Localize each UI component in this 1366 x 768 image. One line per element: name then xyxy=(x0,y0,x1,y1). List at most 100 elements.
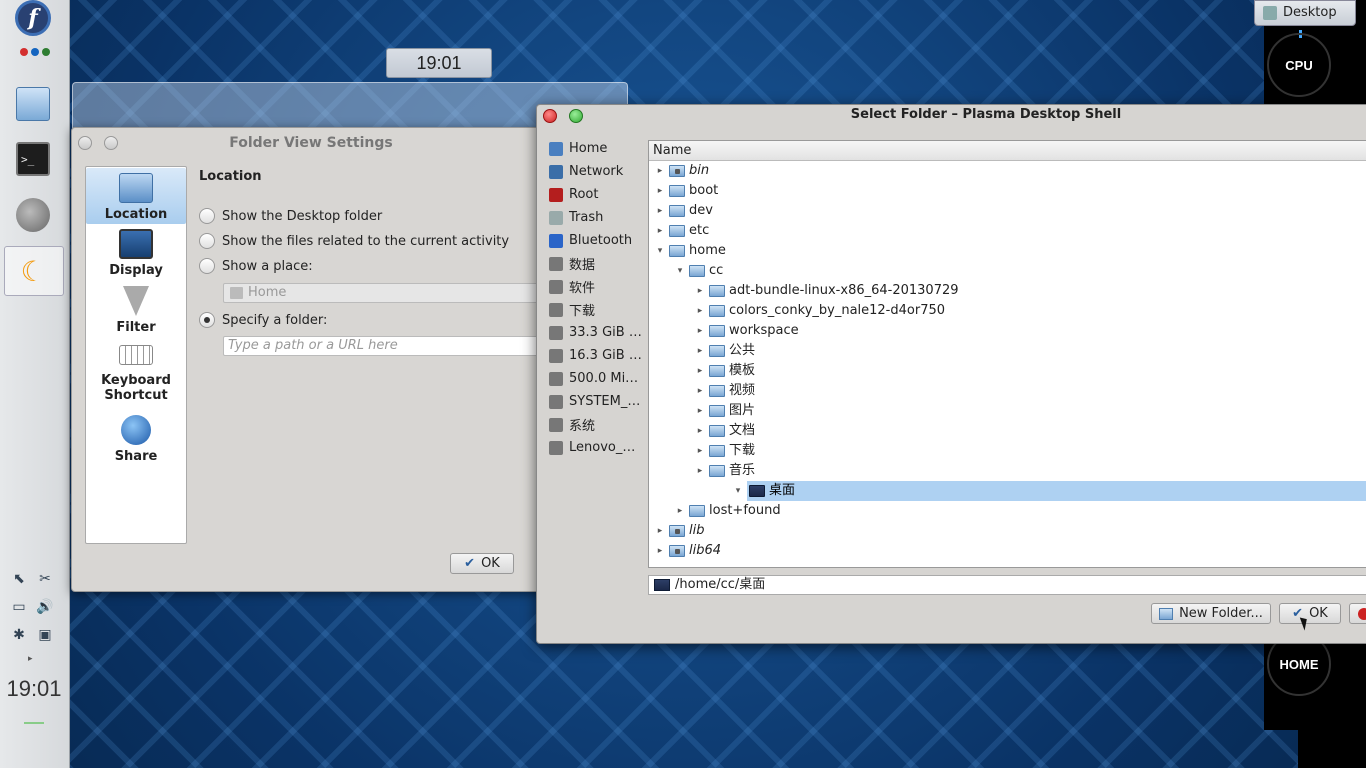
expand-arrow-icon[interactable]: ▸ xyxy=(655,161,665,181)
expand-arrow-icon[interactable]: ▸ xyxy=(695,301,705,321)
place-item[interactable]: Home xyxy=(549,137,649,160)
radio-button[interactable] xyxy=(199,312,215,328)
place-item[interactable]: 16.3 GiB … xyxy=(549,344,649,367)
top-clock-widget[interactable]: 19:01 xyxy=(386,48,492,78)
desktop-activity-tab[interactable]: Desktop xyxy=(1254,0,1356,26)
place-item[interactable]: 系统 xyxy=(549,413,649,436)
place-item[interactable]: 33.3 GiB … xyxy=(549,321,649,344)
firefox-icon[interactable] xyxy=(16,198,50,232)
cancel-button[interactable] xyxy=(1349,603,1366,624)
tree-row[interactable]: ▸ adt-bundle-linux-x86_64-20130729 xyxy=(649,281,1366,301)
radio-show-activity-files[interactable]: Show the files related to the current ac… xyxy=(199,233,509,249)
folder-path-input[interactable]: Type a path or a URL here xyxy=(223,336,553,356)
expand-arrow-icon[interactable]: ▸ xyxy=(655,541,665,561)
sidebar-item-display[interactable]: Display xyxy=(86,229,186,281)
expand-arrow-icon[interactable]: ▸ xyxy=(695,341,705,361)
panel-clock[interactable]: 19:01 xyxy=(0,676,68,702)
radio-specify-folder[interactable]: Specify a folder: xyxy=(199,312,327,328)
bluetooth-icon[interactable]: ✱ xyxy=(8,626,30,644)
collapse-arrow-icon[interactable]: ▾ xyxy=(655,241,665,261)
tree-row[interactable]: ▾ home xyxy=(649,241,1366,261)
pointer-icon[interactable]: ⬉ xyxy=(8,570,30,588)
sidebar-item-filter[interactable]: Filter xyxy=(86,286,186,338)
place-item[interactable]: Bluetooth xyxy=(549,229,649,252)
expand-arrow-icon[interactable]: ▸ xyxy=(695,461,705,481)
sidebar-item-keyboard-shortcut[interactable]: Keyboard Shortcut xyxy=(86,345,186,411)
selected-path-field[interactable]: /home/cc/桌面 xyxy=(648,575,1366,595)
expand-arrow-icon[interactable]: ▸ xyxy=(695,401,705,421)
expand-arrow-icon[interactable]: ▸ xyxy=(695,361,705,381)
sidebar-item-location[interactable]: Location xyxy=(86,168,186,224)
tree-row[interactable]: ▸ 视频 xyxy=(649,381,1366,401)
tree-row[interactable]: ▸ dev xyxy=(649,201,1366,221)
radio-button[interactable] xyxy=(199,258,215,274)
fvs-ok-button[interactable]: ✔ OK xyxy=(450,553,514,574)
tray-expand-icon[interactable]: ▸ xyxy=(28,654,33,664)
tree-row[interactable]: ▸ 模板 xyxy=(649,361,1366,381)
tree-row[interactable]: ▸ bin xyxy=(649,161,1366,181)
tree-row[interactable]: ▸ 音乐 xyxy=(649,461,1366,481)
folder-icon xyxy=(669,225,685,237)
activities-icon[interactable] xyxy=(18,46,52,58)
expand-arrow-icon[interactable]: ▸ xyxy=(695,421,705,441)
place-item[interactable]: Trash xyxy=(549,206,649,229)
folder-icon xyxy=(709,385,725,397)
radio-button[interactable] xyxy=(199,208,215,224)
fedora-launcher-icon[interactable]: f xyxy=(15,0,51,36)
expand-arrow-icon[interactable]: ▸ xyxy=(695,381,705,401)
terminal-icon[interactable]: >_ xyxy=(16,142,50,176)
tree-row[interactable]: ▾ 桌面 xyxy=(736,481,1366,501)
network-icon[interactable]: ▣ xyxy=(34,626,56,644)
expand-arrow-icon[interactable]: ▸ xyxy=(655,221,665,241)
tree-row[interactable]: ▸ 下载 xyxy=(649,441,1366,461)
tree-row[interactable]: ▸ workspace xyxy=(649,321,1366,341)
place-item[interactable]: 下载 xyxy=(549,298,649,321)
tree-row[interactable]: ▸ 文档 xyxy=(649,421,1366,441)
radio-button[interactable] xyxy=(199,233,215,249)
tree-row[interactable]: ▸ 图片 xyxy=(649,401,1366,421)
close-button[interactable] xyxy=(543,109,557,123)
collapse-arrow-icon[interactable]: ▾ xyxy=(675,261,685,281)
place-item[interactable]: 500.0 Mi… xyxy=(549,367,649,390)
tree-row[interactable]: ▸ colors_conky_by_nale12-d4or750 xyxy=(649,301,1366,321)
sf-titlebar[interactable]: Select Folder – Plasma Desktop Shell xyxy=(537,105,1366,127)
tree-row[interactable]: ▸ etc xyxy=(649,221,1366,241)
sf-ok-button[interactable]: ✔ OK xyxy=(1279,603,1341,624)
maximize-button[interactable] xyxy=(569,109,583,123)
place-item[interactable]: SYSTEM_… xyxy=(549,390,649,413)
folder-icon xyxy=(669,165,685,177)
sidebar-item-share[interactable]: Share xyxy=(86,415,186,467)
collapse-arrow-icon[interactable]: ▾ xyxy=(733,481,743,501)
tree-row[interactable]: ▸ boot xyxy=(649,181,1366,201)
tree-row[interactable]: ▸ lib64 xyxy=(649,541,1366,561)
plasma-moon-icon[interactable]: ☾ xyxy=(16,254,50,288)
place-item[interactable]: Root xyxy=(549,183,649,206)
place-item[interactable]: 数据 xyxy=(549,252,649,275)
place-combobox[interactable]: Home xyxy=(223,283,553,303)
expand-arrow-icon[interactable]: ▸ xyxy=(655,181,665,201)
file-manager-icon[interactable] xyxy=(16,87,50,121)
expand-arrow-icon[interactable]: ▸ xyxy=(695,321,705,341)
expand-arrow-icon[interactable]: ▸ xyxy=(655,201,665,221)
fvs-maximize-button[interactable] xyxy=(104,136,118,150)
tree-row[interactable]: ▸ 公共 xyxy=(649,341,1366,361)
expand-arrow-icon[interactable]: ▸ xyxy=(655,521,665,541)
place-item[interactable]: 软件 xyxy=(549,275,649,298)
place-item[interactable]: Lenovo_… xyxy=(549,436,649,459)
volume-icon[interactable]: 🔊 xyxy=(34,598,56,616)
radio-show-desktop[interactable]: Show the Desktop folder xyxy=(199,208,382,224)
new-folder-button[interactable]: New Folder... xyxy=(1151,603,1271,624)
expand-arrow-icon[interactable]: ▸ xyxy=(675,501,685,521)
radio-show-place[interactable]: Show a place: xyxy=(199,258,313,274)
name-column-header[interactable]: Name xyxy=(649,141,1366,161)
fvs-titlebar[interactable]: Folder View Settings xyxy=(72,128,550,158)
fvs-close-button[interactable] xyxy=(78,136,92,150)
expand-arrow-icon[interactable]: ▸ xyxy=(695,281,705,301)
tree-row[interactable]: ▸ lost+found xyxy=(649,501,1366,521)
tree-row[interactable]: ▾ cc xyxy=(649,261,1366,281)
expand-arrow-icon[interactable]: ▸ xyxy=(695,441,705,461)
place-item[interactable]: Network xyxy=(549,160,649,183)
keyboard-icon[interactable]: ▭ xyxy=(8,598,30,616)
tree-row[interactable]: ▸ lib xyxy=(649,521,1366,541)
scissors-icon[interactable]: ✂ xyxy=(34,570,56,588)
